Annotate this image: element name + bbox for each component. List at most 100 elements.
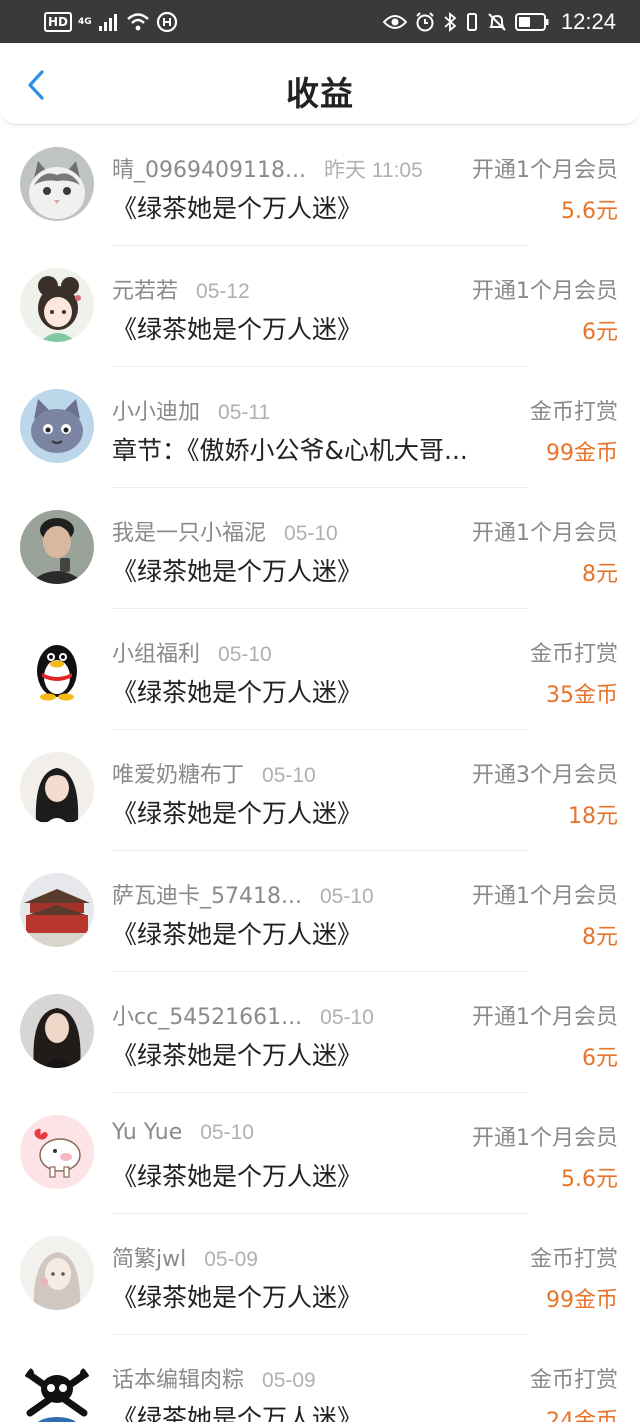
user-name: 小小迪加 xyxy=(112,400,201,425)
bluetooth-icon xyxy=(444,12,457,32)
list-item[interactable]: 我是一只小福泥 05-10 开通1个月会员 《绿茶她是个万人迷》 8元 xyxy=(0,488,640,609)
list-item[interactable]: 小组福利 05-10 金币打赏 《绿茶她是个万人迷》 35金币 xyxy=(0,609,640,730)
palace-avatar[interactable] xyxy=(20,873,94,947)
user-name: 我是一只小福泥 xyxy=(112,521,267,546)
status-bar: HD 4G 12:24 xyxy=(0,0,640,43)
record-date: 05-10 xyxy=(200,1121,254,1144)
reward-type: 金币打赏 xyxy=(529,1247,618,1272)
book-title: 《绿茶她是个万人迷》 xyxy=(112,1162,363,1191)
man-photo-avatar[interactable] xyxy=(20,510,94,584)
book-title: 《绿茶她是个万人迷》 xyxy=(112,1404,363,1422)
user-name: 萨瓦迪卡_57418... xyxy=(112,884,302,909)
user-name: 简繁jwl xyxy=(112,1247,187,1272)
skull-avatar-image xyxy=(20,1357,94,1422)
reward-type: 开通1个月会员 xyxy=(472,158,618,183)
list-item[interactable]: 元若若 05-12 开通1个月会员 《绿茶她是个万人迷》 6元 xyxy=(0,246,640,367)
man-photo-avatar-image xyxy=(20,510,94,584)
amount: 8元 xyxy=(582,562,618,587)
amount: 18元 xyxy=(568,804,618,829)
user-name: 话本编辑肉粽 xyxy=(112,1368,245,1393)
book-title: 《绿茶她是个万人迷》 xyxy=(112,678,363,707)
book-title: 《绿茶她是个万人迷》 xyxy=(112,920,363,949)
amount: 5.6元 xyxy=(561,199,618,224)
list-item[interactable]: 晴_0969409118... 昨天 11:05 开通1个月会员 《绿茶她是个万… xyxy=(0,125,640,246)
eye-icon xyxy=(382,15,407,29)
sketch-girl-avatar-image xyxy=(20,1236,94,1310)
list-item[interactable]: 唯爱奶糖布丁 05-10 开通3个月会员 《绿茶她是个万人迷》 18元 xyxy=(0,730,640,851)
list-item[interactable]: 小小迪加 05-11 金币打赏 章节：《傲娇小公爷&心机大哥... 99金币 xyxy=(0,367,640,488)
reward-type: 开通1个月会员 xyxy=(472,1126,618,1151)
record-date: 05-10 xyxy=(320,1006,374,1029)
pig-cartoon-avatar[interactable] xyxy=(20,1115,94,1189)
list-item[interactable]: Yu Yue 05-10 开通1个月会员 《绿茶她是个万人迷》 5.6元 xyxy=(0,1093,640,1214)
alarm-icon xyxy=(416,12,434,32)
amount: 24金币 xyxy=(546,1409,618,1422)
girl-photo-avatar[interactable] xyxy=(20,752,94,826)
wifi-icon xyxy=(126,13,149,31)
hd-badge: HD xyxy=(44,12,73,32)
record-date: 05-10 xyxy=(319,885,374,908)
vibrate-icon xyxy=(466,13,477,31)
user-name: 元若若 xyxy=(112,279,179,304)
amount: 99金币 xyxy=(546,441,618,466)
anime-girl-avatar[interactable] xyxy=(20,268,94,342)
book-title: 《绿茶她是个万人迷》 xyxy=(112,1041,363,1070)
sketch-girl-avatar[interactable] xyxy=(20,1236,94,1310)
user-name: 小cc_54521661... xyxy=(112,1005,303,1030)
book-title: 《绿茶她是个万人迷》 xyxy=(112,194,363,223)
amount: 35金币 xyxy=(546,683,618,708)
woman-photo-avatar[interactable] xyxy=(20,994,94,1068)
reward-type: 开通1个月会员 xyxy=(472,279,618,304)
record-date: 05-09 xyxy=(262,1369,316,1392)
palace-avatar-image xyxy=(20,873,94,947)
cat-avatar[interactable] xyxy=(20,147,94,221)
record-date: 昨天 11:05 xyxy=(323,159,423,182)
user-name: 晴_0969409118... xyxy=(112,158,306,183)
record-date: 05-11 xyxy=(218,401,271,424)
reward-type: 金币打赏 xyxy=(529,1368,618,1393)
book-title: 《绿茶她是个万人迷》 xyxy=(112,557,363,586)
book-title: 章节：《傲娇小公爷&心机大哥... xyxy=(112,436,468,465)
penguin-avatar[interactable] xyxy=(20,631,94,705)
record-date: 05-12 xyxy=(196,280,250,303)
record-date: 05-10 xyxy=(218,643,272,666)
list-item[interactable]: 萨瓦迪卡_57418... 05-10 开通1个月会员 《绿茶她是个万人迷》 8… xyxy=(0,851,640,972)
list-item[interactable]: 简繁jwl 05-09 金币打赏 《绿茶她是个万人迷》 99金币 xyxy=(0,1214,640,1335)
reward-type: 开通1个月会员 xyxy=(472,884,618,909)
skull-avatar[interactable] xyxy=(20,1357,94,1422)
woman-photo-avatar-image xyxy=(20,994,94,1068)
network-type: 4G xyxy=(78,16,92,27)
list-item[interactable]: 话本编辑肉粽 05-09 金币打赏 《绿茶她是个万人迷》 24金币 xyxy=(0,1335,640,1422)
clock-time: 12:24 xyxy=(560,9,616,34)
user-name: 唯爱奶糖布丁 xyxy=(112,763,245,788)
reward-type: 金币打赏 xyxy=(529,642,618,667)
battery-icon xyxy=(514,13,549,31)
amount: 99金币 xyxy=(546,1288,618,1313)
list-item[interactable]: 小cc_54521661... 05-10 开通1个月会员 《绿茶她是个万人迷》… xyxy=(0,972,640,1093)
cartoon-cat-avatar[interactable] xyxy=(20,389,94,463)
reward-type: 开通3个月会员 xyxy=(472,763,618,788)
book-title: 《绿茶她是个万人迷》 xyxy=(112,1283,363,1312)
book-title: 《绿茶她是个万人迷》 xyxy=(112,315,363,344)
record-date: 05-10 xyxy=(284,522,338,545)
earnings-list: 晴_0969409118... 昨天 11:05 开通1个月会员 《绿茶她是个万… xyxy=(0,125,640,1422)
amount: 5.6元 xyxy=(561,1167,618,1192)
navigation-bar: 收益 xyxy=(0,43,640,125)
record-date: 05-10 xyxy=(262,764,316,787)
page-title: 收益 xyxy=(286,74,354,113)
pig-cartoon-avatar-image xyxy=(20,1115,94,1189)
cartoon-cat-avatar-image xyxy=(20,389,94,463)
mute-bell-icon xyxy=(488,13,506,31)
amount: 8元 xyxy=(582,925,618,950)
book-title: 《绿茶她是个万人迷》 xyxy=(112,799,363,828)
user-name: 小组福利 xyxy=(112,642,201,667)
anime-girl-avatar-image xyxy=(20,268,94,342)
reward-type: 开通1个月会员 xyxy=(472,1005,618,1030)
record-date: 05-09 xyxy=(204,1248,258,1271)
reward-type: 金币打赏 xyxy=(529,400,618,425)
signal-icon xyxy=(98,14,117,31)
amount: 6元 xyxy=(582,1046,618,1071)
user-name: Yu Yue xyxy=(112,1120,183,1145)
reward-type: 开通1个月会员 xyxy=(472,521,618,546)
penguin-avatar-image xyxy=(20,631,94,705)
